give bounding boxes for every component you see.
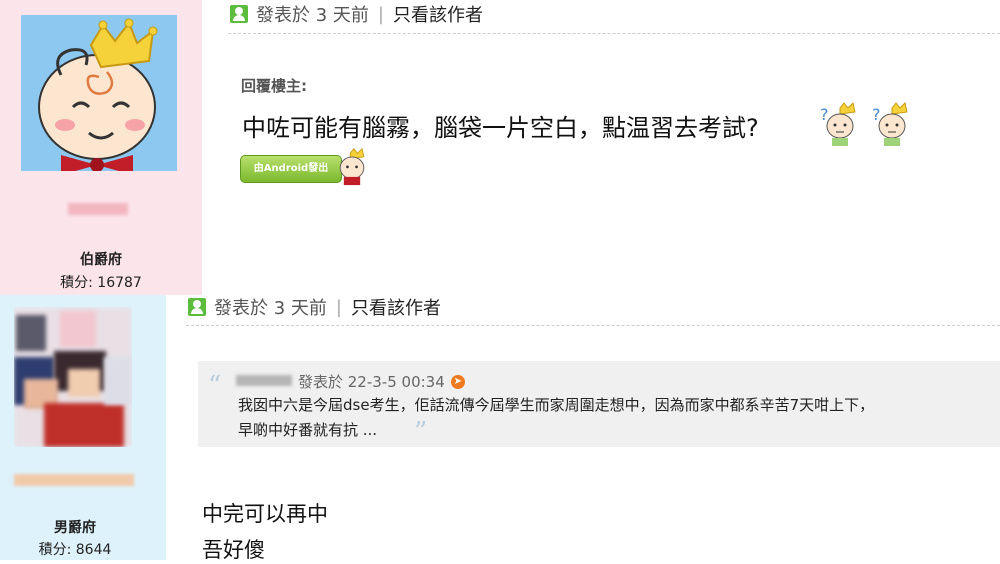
post2-avatar[interactable] [14, 307, 132, 447]
baby-mascot-icon [339, 147, 365, 186]
post1-divider [228, 33, 1000, 34]
post2-user-score: 積分: 8644 [38, 542, 112, 558]
only-view-author-link[interactable]: 只看該作者 [393, 1, 483, 27]
post2-username-blurred[interactable] [14, 474, 134, 486]
post1-content: 中咗可能有腦霧，腦袋一片空白，點温習去考試? [242, 114, 759, 142]
header-separator: | [377, 3, 384, 25]
quoted-post: “ 發表於 22-3-5 00:34 ➤ 我囡中六是今屆dse考生，佢話流傳今屆… [198, 361, 1000, 447]
quoted-post-meta: 發表於 22-3-5 00:34 ➤ [298, 371, 465, 392]
thinking-baby-emoticon: ? [872, 102, 908, 146]
quoted-post-time: 發表於 22-3-5 00:34 [298, 373, 445, 391]
user-icon [188, 298, 206, 316]
quoted-text-line: 我囡中六是今屆dse考生，佢話流傳今屆學生而家周圍走想中，因為而家中都系辛苦7天… [238, 396, 875, 414]
jump-to-post-icon[interactable]: ➤ [450, 374, 465, 389]
quoted-text-line: 早啲中好番就有抗 ... [238, 421, 378, 439]
thinking-baby-emoticon: ? [820, 102, 856, 146]
post1-posted-time: 發表於 3 天前 [256, 5, 369, 26]
only-view-author-link[interactable]: 只看該作者 [351, 294, 441, 320]
post1-user-score: 積分: 16787 [60, 275, 142, 291]
post2-header: 發表於 3 天前 | 只看該作者 [188, 294, 441, 320]
quote-close-icon: ” [414, 417, 428, 447]
user-icon [230, 5, 248, 23]
post2-divider [186, 325, 1000, 326]
post1-user-rank: 伯爵府 [80, 252, 122, 268]
reply-to-op-label: 回覆樓主: [241, 77, 307, 95]
post1-header: 發表於 3 天前 | 只看該作者 [230, 1, 483, 27]
post2-posted-time: 發表於 3 天前 [214, 298, 327, 319]
post2-user-rank: 男爵府 [54, 520, 96, 536]
svg-text:?: ? [872, 105, 881, 124]
android-source-label: 由Android發出 [253, 163, 329, 174]
quote-open-icon: “ [208, 371, 222, 401]
post1-username-blurred[interactable] [68, 203, 128, 215]
android-source-badge[interactable]: 由Android發出 [240, 155, 342, 183]
svg-text:?: ? [820, 105, 829, 124]
post1-avatar[interactable] [21, 15, 177, 171]
quoted-username-blurred[interactable] [236, 375, 292, 386]
header-separator: | [335, 296, 342, 318]
post2-content-line: 中完可以再中 [202, 502, 328, 526]
